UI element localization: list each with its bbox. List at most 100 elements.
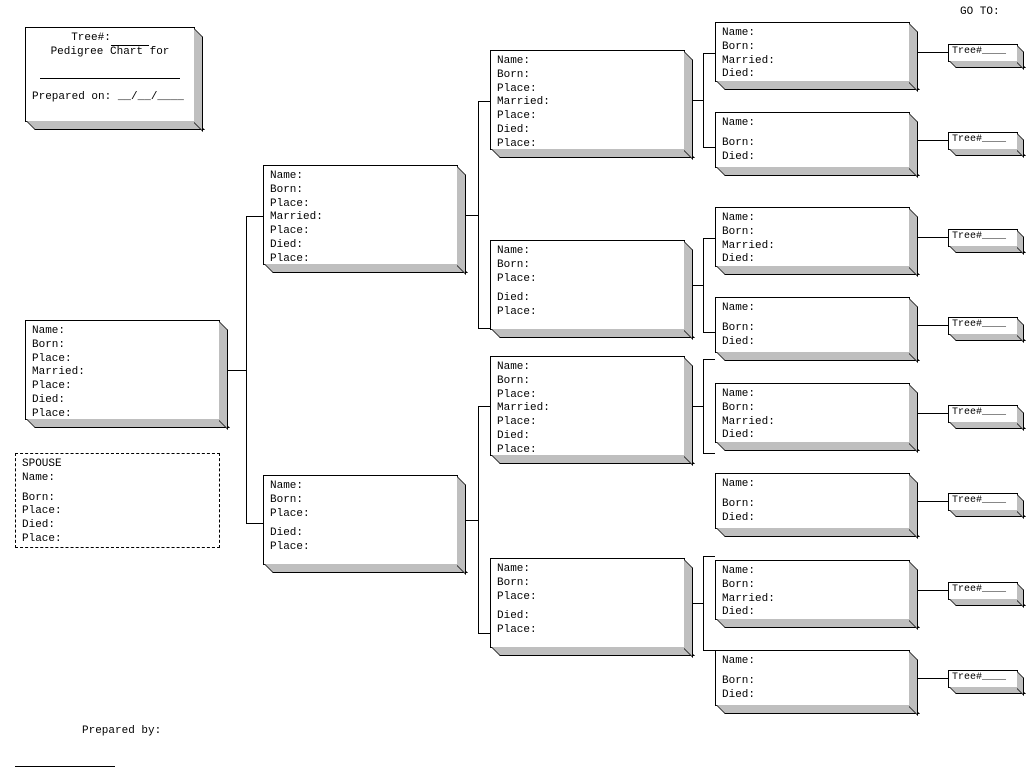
field-place: Place: — [497, 624, 678, 638]
field-died: Died: — [497, 124, 678, 138]
field-place: Place: — [22, 533, 213, 547]
field-name: Name: — [497, 245, 678, 259]
field-name: Name: — [270, 480, 451, 494]
field-place: Place: — [497, 110, 678, 124]
field-born: Born: — [722, 137, 903, 151]
field-born: Born: — [722, 498, 903, 512]
field-place: Place: — [270, 253, 451, 267]
field-place: Place: — [497, 83, 678, 97]
field-died: Died: — [722, 151, 903, 165]
person-box-gen4-3: Name: Born: Married: Died: — [715, 207, 910, 267]
goto-tree-7: Tree#____ — [948, 582, 1018, 600]
spouse-box: SPOUSE Name: Born: Place: Died: Place: — [15, 453, 220, 548]
field-place: Place: — [497, 416, 678, 430]
field-born: Born: — [32, 339, 213, 353]
field-place: Place: — [497, 591, 678, 605]
tree-ref-label: Tree#____ — [952, 46, 1006, 57]
field-name: Name: — [497, 563, 678, 577]
field-died: Died: — [497, 292, 678, 306]
field-died: Died: — [32, 394, 213, 408]
person-box-gen2-father: Name: Born: Place: Married: Place: Died:… — [263, 165, 458, 265]
field-name: Name: — [722, 117, 903, 131]
field-name: Name: — [722, 655, 903, 669]
field-married: Married: — [722, 55, 903, 69]
field-name: Name: — [722, 212, 903, 226]
field-place: Place: — [497, 306, 678, 320]
field-place: Place: — [22, 505, 213, 519]
field-married: Married: — [270, 211, 451, 225]
field-born: Born: — [22, 492, 213, 506]
field-name: Name: — [22, 472, 213, 486]
field-place: Place: — [270, 541, 451, 555]
field-married: Married: — [722, 240, 903, 254]
tree-ref-label: Tree#____ — [952, 134, 1006, 145]
field-place: Place: — [270, 225, 451, 239]
goto-tree-8: Tree#____ — [948, 670, 1018, 688]
person-box-gen4-4: Name: Born: Died: — [715, 297, 910, 353]
person-box-gen4-1: Name: Born: Married: Died: — [715, 22, 910, 82]
person-box-gen4-2: Name: Born: Died: — [715, 112, 910, 168]
field-name: Name: — [722, 27, 903, 41]
prepared-on-line: Prepared on: __/__/____ — [32, 91, 188, 105]
field-married: Married: — [497, 96, 678, 110]
tree-ref-label: Tree#____ — [952, 319, 1006, 330]
field-name: Name: — [32, 325, 213, 339]
field-born: Born: — [722, 402, 903, 416]
field-place: Place: — [32, 408, 213, 422]
person-box-gen2-mother: Name: Born: Place: Died: Place: — [263, 475, 458, 565]
field-died: Died: — [722, 253, 903, 267]
field-place: Place: — [32, 380, 213, 394]
tree-ref-label: Tree#____ — [952, 584, 1006, 595]
field-place: Place: — [270, 198, 451, 212]
person-box-gen3-3: Name: Born: Place: Married: Place: Died:… — [490, 356, 685, 456]
field-place: Place: — [32, 353, 213, 367]
field-born: Born: — [722, 41, 903, 55]
field-died: Died: — [497, 430, 678, 444]
person-box-gen4-7: Name: Born: Married: Died: — [715, 560, 910, 620]
field-married: Married: — [722, 593, 903, 607]
field-married: Married: — [497, 402, 678, 416]
field-born: Born: — [497, 375, 678, 389]
field-married: Married: — [722, 416, 903, 430]
field-born: Born: — [497, 259, 678, 273]
person-box-gen3-1: Name: Born: Place: Married: Place: Died:… — [490, 50, 685, 150]
header-card: Tree#: Pedigree Chart for Prepared on: _… — [25, 27, 195, 122]
field-born: Born: — [270, 494, 451, 508]
field-died: Died: — [722, 68, 903, 82]
field-died: Died: — [22, 519, 213, 533]
field-died: Died: — [722, 512, 903, 526]
spouse-label: SPOUSE — [22, 458, 213, 472]
tree-ref-label: Tree#____ — [952, 495, 1006, 506]
field-died: Died: — [270, 239, 451, 253]
field-born: Born: — [722, 579, 903, 593]
field-place: Place: — [497, 389, 678, 403]
field-born: Born: — [497, 577, 678, 591]
field-born: Born: — [270, 184, 451, 198]
field-place: Place: — [497, 138, 678, 152]
field-died: Died: — [722, 689, 903, 703]
tree-ref-label: Tree#____ — [952, 407, 1006, 418]
field-name: Name: — [722, 388, 903, 402]
field-name: Name: — [722, 565, 903, 579]
field-place: Place: — [270, 508, 451, 522]
tree-number-label: Tree#: — [71, 32, 111, 44]
field-place: Place: — [497, 273, 678, 287]
field-died: Died: — [722, 336, 903, 350]
field-died: Died: — [270, 527, 451, 541]
person-box-gen4-8: Name: Born: Died: — [715, 650, 910, 706]
field-name: Name: — [722, 302, 903, 316]
field-born: Born: — [722, 322, 903, 336]
person-box-gen3-4: Name: Born: Place: Died: Place: — [490, 558, 685, 648]
field-place: Place: — [497, 444, 678, 458]
field-died: Died: — [722, 606, 903, 620]
field-name: Name: — [497, 361, 678, 375]
goto-tree-3: Tree#____ — [948, 229, 1018, 247]
goto-header: GO TO: — [960, 6, 1000, 18]
pedigree-title: Pedigree Chart for — [32, 46, 188, 60]
tree-ref-label: Tree#____ — [952, 672, 1006, 683]
field-name: Name: — [722, 478, 903, 492]
goto-tree-1: Tree#____ — [948, 44, 1018, 62]
field-name: Name: — [497, 55, 678, 69]
person-box-gen3-2: Name: Born: Place: Died: Place: — [490, 240, 685, 330]
person-box-gen4-6: Name: Born: Died: — [715, 473, 910, 529]
